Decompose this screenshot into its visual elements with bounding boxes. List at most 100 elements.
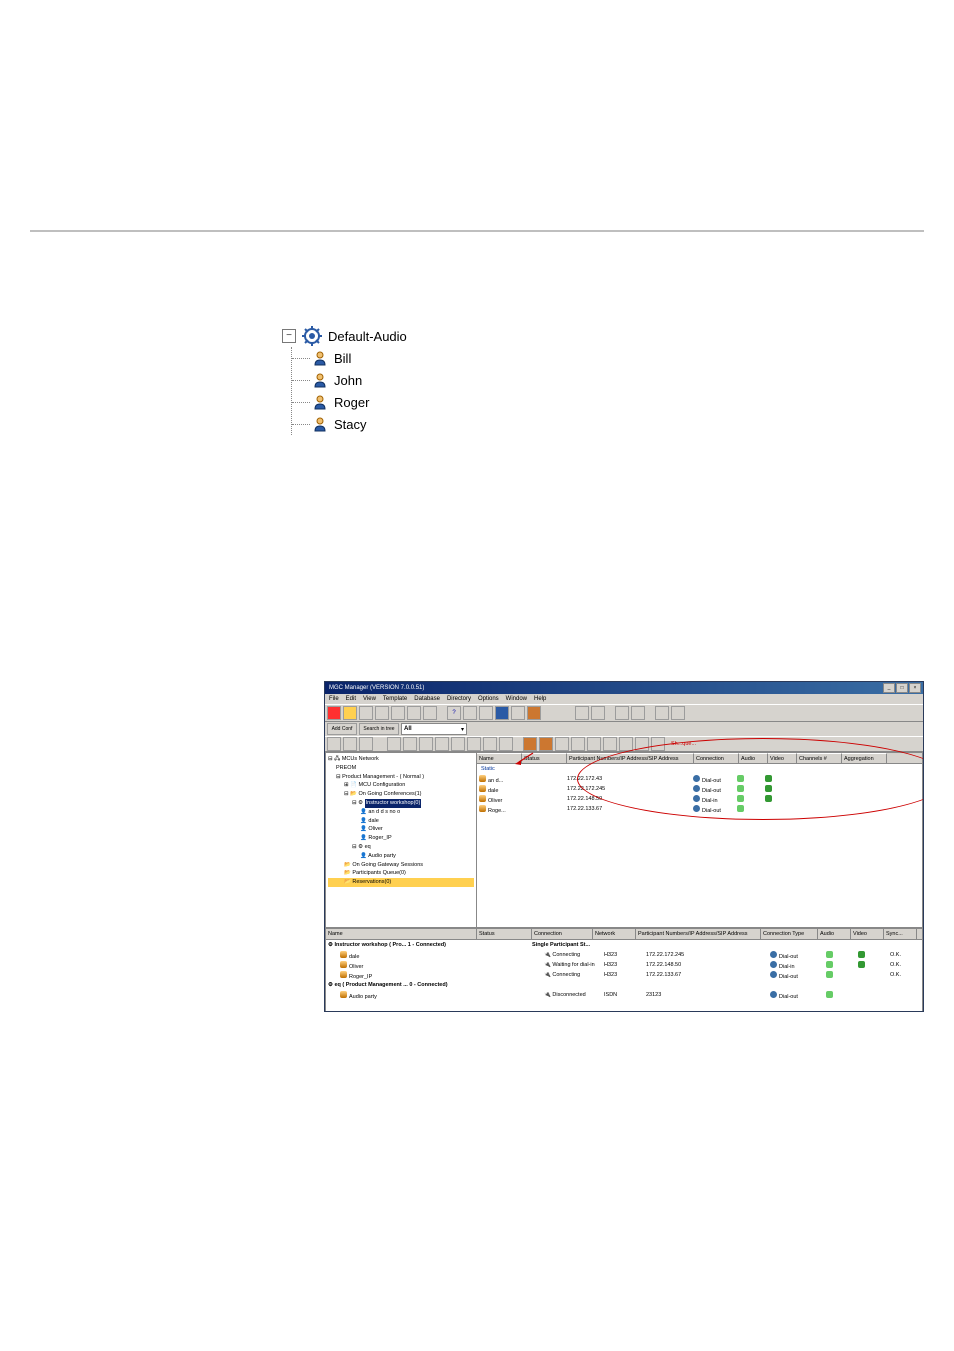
nav-root[interactable]: ⊟ 🖧 MCUs Network [328, 755, 474, 764]
nav-item[interactable]: 👤 an d d s no o [328, 808, 474, 817]
bcol-conn-type[interactable]: Connection Type [761, 929, 818, 939]
col-address[interactable]: Participant Numbers/IP Address/SIP Addre… [567, 753, 694, 763]
nav-item[interactable]: 👤 Oliver [328, 825, 474, 834]
nav-item-selected[interactable]: ⊟ ⚙ Instructor workshop(0) [328, 799, 474, 808]
toolbar-button[interactable] [631, 706, 645, 720]
tree-root-row[interactable]: − Default-Audio [282, 325, 407, 347]
toolbar-button[interactable] [483, 737, 497, 751]
toolbar-button[interactable] [343, 737, 357, 751]
toolbar-button[interactable] [523, 737, 537, 751]
bcol-audio[interactable]: Audio [818, 929, 851, 939]
menu-options[interactable]: Options [478, 696, 499, 702]
list-row[interactable]: Oliver172.22.148.50Dial-in [477, 794, 922, 804]
toolbar-button[interactable] [359, 706, 373, 720]
bcol-video[interactable]: Video [851, 929, 884, 939]
bcol-name[interactable]: Name [326, 929, 477, 939]
col-channels[interactable]: Channels # [797, 753, 842, 763]
toolbar-button[interactable] [511, 706, 525, 720]
toolbar-button[interactable] [495, 706, 509, 720]
bcol-sync[interactable]: Sync... [884, 929, 917, 939]
nav-item[interactable]: ⊟ 📂 On Going Conferences(1) [328, 790, 474, 799]
nav-item[interactable]: ⊟ Product Management - ( Normal ) [328, 773, 474, 782]
toolbar-button[interactable] [463, 706, 477, 720]
nav-item[interactable]: 👤 Roger_IP [328, 834, 474, 843]
menu-edit[interactable]: Edit [346, 696, 356, 702]
col-video[interactable]: Video [768, 753, 797, 763]
menu-window[interactable]: Window [506, 696, 527, 702]
toolbar-button[interactable] [575, 706, 589, 720]
nav-item[interactable]: 📂 Reservations(0) [328, 878, 474, 887]
toolbar-button[interactable] [655, 706, 669, 720]
nav-item[interactable]: ⊟ ⚙ eq [328, 843, 474, 852]
toolbar-button[interactable] [359, 737, 373, 751]
menu-database[interactable]: Database [414, 696, 440, 702]
bottom-group-header[interactable]: ⚙ Instructor workshop ( Pro... 1 - Conne… [326, 940, 922, 950]
tree-child-row[interactable]: Bill [312, 347, 407, 369]
maximize-button[interactable]: □ [896, 683, 908, 693]
close-button[interactable]: × [909, 683, 921, 693]
bottom-group-header[interactable]: ⚙ eq ( Product Management ... 0 - Connec… [326, 980, 922, 990]
list-row[interactable]: an d...172.22.172.43Dial-out [477, 774, 922, 784]
tree-child-row[interactable]: John [312, 369, 407, 391]
filter-dropdown[interactable]: All ▾ [401, 723, 467, 735]
bottom-row[interactable]: Oliver🔌 Waiting for dial-inH323172.22.14… [326, 960, 922, 970]
bcol-status[interactable]: Status [477, 929, 532, 939]
toolbar-button[interactable] [403, 737, 417, 751]
toolbar-button[interactable] [615, 706, 629, 720]
toolbar-button[interactable] [603, 737, 617, 751]
bottom-row[interactable]: Audio party🔌 DisconnectedISDN23123Dial-o… [326, 990, 922, 1000]
tree-child-row[interactable]: Roger [312, 391, 407, 413]
bcol-network[interactable]: Network [593, 929, 636, 939]
menu-directory[interactable]: Directory [447, 696, 471, 702]
toolbar-button[interactable] [555, 737, 569, 751]
bcol-address[interactable]: Participant Numbers/IP Address/SIP Addre… [636, 929, 761, 939]
toolbar-button[interactable] [391, 706, 405, 720]
bcol-connection[interactable]: Connection [532, 929, 593, 939]
col-connection[interactable]: Connection [694, 753, 739, 763]
nav-item[interactable]: 📂 Participants Queue(0) [328, 869, 474, 878]
toolbar-button[interactable] [423, 706, 437, 720]
col-aggregation[interactable]: Aggregation [842, 753, 887, 763]
toolbar-button[interactable] [571, 737, 585, 751]
col-audio[interactable]: Audio [739, 753, 768, 763]
toolbar-help-icon[interactable]: ? [447, 706, 461, 720]
toolbar-button[interactable] [619, 737, 633, 751]
toolbar-stop-icon[interactable] [327, 706, 341, 720]
toolbar-button[interactable] [527, 706, 541, 720]
nav-item[interactable]: 👤 Audio party [328, 852, 474, 861]
collapse-icon[interactable]: − [282, 329, 296, 343]
add-conf-button[interactable]: Add Conf [327, 723, 357, 735]
nav-item[interactable]: ⊞ 📄 MCU Configuration [328, 781, 474, 790]
bottom-row[interactable]: dale🔌 ConnectingH323172.22.172.245Dial-o… [326, 950, 922, 960]
tree-child-row[interactable]: Stacy [312, 413, 407, 435]
toolbar-button[interactable] [435, 737, 449, 751]
nav-item[interactable]: 📂 On Going Gateway Sessions [328, 861, 474, 870]
toolbar-button[interactable] [327, 737, 341, 751]
list-row[interactable]: Roge...172.22.133.67Dial-out [477, 804, 922, 814]
menu-view[interactable]: View [363, 696, 376, 702]
toolbar-folder-icon[interactable] [343, 706, 357, 720]
toolbar-button[interactable] [387, 737, 401, 751]
menu-file[interactable]: File [329, 696, 339, 702]
nav-item[interactable]: 👤 dale [328, 817, 474, 826]
nav-tree[interactable]: ⊟ 🖧 MCUs Network PREOM ⊟ Product Managem… [325, 752, 477, 928]
list-row[interactable]: dale172.22.172.245Dial-out [477, 784, 922, 794]
toolbar-button[interactable] [479, 706, 493, 720]
toolbar-button[interactable] [419, 737, 433, 751]
toolbar-button[interactable] [375, 706, 389, 720]
menu-template[interactable]: Template [383, 696, 407, 702]
toolbar-button[interactable] [539, 737, 553, 751]
menu-help[interactable]: Help [534, 696, 546, 702]
toolbar-button[interactable] [635, 737, 649, 751]
col-name[interactable]: Name [477, 753, 522, 763]
toolbar-button[interactable] [591, 706, 605, 720]
nav-item[interactable]: PREOM [328, 764, 474, 773]
toolbar-button[interactable] [499, 737, 513, 751]
toolbar-button[interactable] [467, 737, 481, 751]
search-tree-button[interactable]: Search in tree [359, 723, 399, 735]
minimize-button[interactable]: _ [883, 683, 895, 693]
toolbar-button[interactable] [451, 737, 465, 751]
bottom-row[interactable]: Roger_IP🔌 ConnectingH323172.22.133.67Dia… [326, 970, 922, 980]
toolbar-button[interactable] [407, 706, 421, 720]
col-status[interactable]: Status [522, 753, 567, 763]
